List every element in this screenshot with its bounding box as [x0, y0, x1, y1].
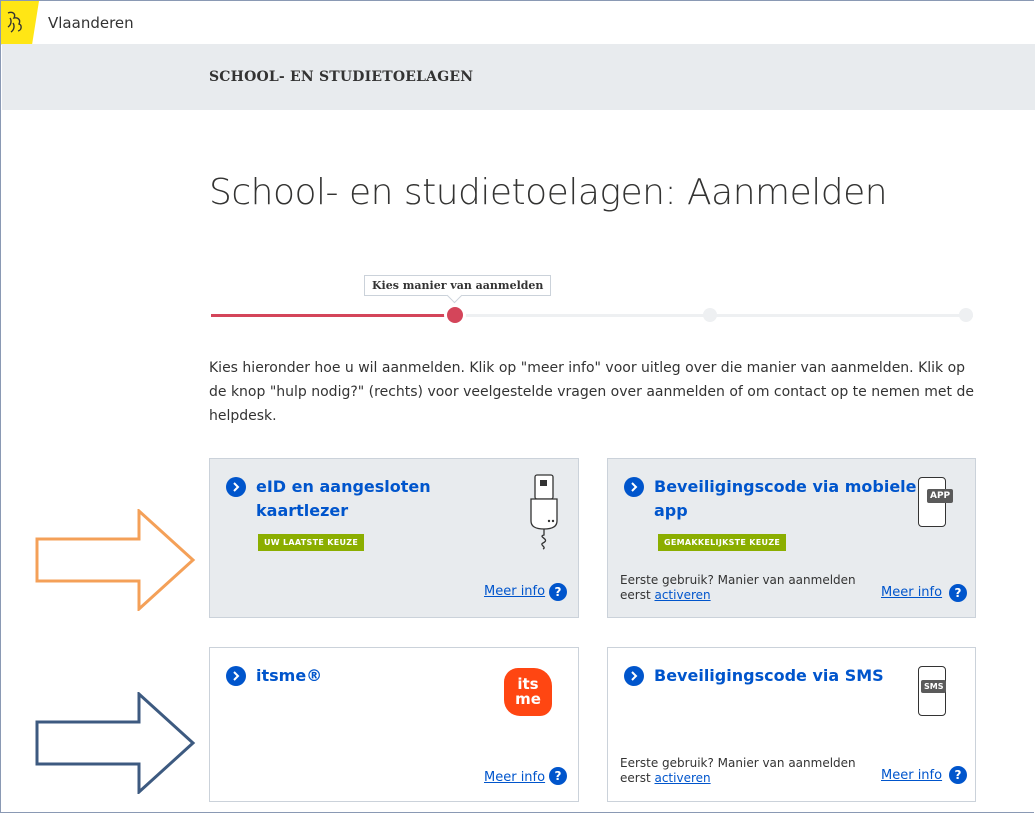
blue-arrow-icon: [35, 692, 196, 794]
itsme-logo-line2: me: [515, 690, 541, 708]
sms-label: SMS: [921, 680, 947, 693]
phone-sms-icon: SMS: [918, 666, 947, 716]
option-title-line1: Beveiligingscode via mobiele: [654, 477, 917, 496]
note-line1: Eerste gebruik? Manier van aanmelden: [620, 756, 856, 770]
login-option-mobile-app[interactable]: Beveiligingscode via mobiele app GEMAKKE…: [607, 458, 976, 618]
chevron-right-icon: [226, 666, 246, 686]
vlaanderen-lion-logo-icon[interactable]: [1, 1, 39, 44]
note-line1: Eerste gebruik? Manier van aanmelden: [620, 573, 856, 587]
app-label: APP: [927, 489, 954, 503]
activeren-link[interactable]: activeren: [654, 588, 710, 602]
page-title: School- en studietoelagen: Aanmelden: [209, 172, 888, 213]
phone-app-icon: APP: [918, 477, 954, 527]
top-bar: Vlaanderen: [1, 1, 1035, 45]
progress-step-current: [447, 307, 463, 323]
help-icon[interactable]: ?: [549, 767, 567, 785]
note-prefix: eerst: [620, 588, 655, 602]
activeren-link[interactable]: activeren: [654, 771, 710, 785]
chevron-right-icon: [624, 477, 644, 497]
option-title[interactable]: Beveiligingscode via mobiele app: [654, 475, 917, 523]
site-title[interactable]: SCHOOL- EN STUDIETOELAGEN: [209, 69, 473, 85]
meer-info-link[interactable]: Meer info: [881, 585, 942, 600]
note-prefix: eerst: [620, 771, 655, 785]
subheader: SCHOOL- EN STUDIETOELAGEN: [2, 44, 1035, 110]
option-title[interactable]: Beveiligingscode via SMS: [654, 664, 884, 688]
progress-step-4: [959, 308, 973, 322]
brand-name[interactable]: Vlaanderen: [48, 14, 134, 32]
option-title-line2: kaartlezer: [256, 501, 349, 520]
progress-fill: [211, 314, 455, 317]
intro-text: Kies hieronder hoe u wil aanmelden. Klik…: [209, 360, 974, 424]
activation-note: Eerste gebruik? Manier van aanmelden eer…: [620, 756, 856, 786]
chevron-right-icon: [624, 666, 644, 686]
status-badge: UW LAATSTE KEUZE: [258, 534, 365, 551]
login-option-sms[interactable]: Beveiligingscode via SMS SMS Eerste gebr…: [607, 647, 976, 802]
activation-note: Eerste gebruik? Manier van aanmelden eer…: [620, 573, 856, 603]
help-icon[interactable]: ?: [949, 766, 967, 784]
option-title[interactable]: eID en aangesloten kaartlezer: [256, 475, 431, 523]
progress-step-3: [703, 308, 717, 322]
meer-info-link[interactable]: Meer info: [881, 768, 942, 783]
help-icon[interactable]: ?: [949, 584, 967, 602]
itsme-logo-icon: its me: [504, 668, 552, 716]
step-tooltip: Kies manier van aanmelden: [364, 275, 552, 296]
meer-info-link[interactable]: Meer info: [484, 770, 545, 785]
status-badge: GEMAKKELIJKSTE KEUZE: [658, 534, 787, 551]
login-option-eid[interactable]: eID en aangesloten kaartlezer UW LAATSTE…: [209, 458, 579, 618]
meer-info-link[interactable]: Meer info: [484, 584, 545, 599]
help-icon[interactable]: ?: [549, 583, 567, 601]
option-title-line2: app: [654, 501, 688, 520]
orange-arrow-icon: [35, 509, 196, 611]
option-title-line1: eID en aangesloten: [256, 477, 431, 496]
option-title[interactable]: itsme®: [256, 664, 322, 688]
login-option-itsme[interactable]: itsme® its me Meer info ?: [209, 647, 579, 802]
chevron-right-icon: [226, 477, 246, 497]
card-reader-icon: [530, 474, 558, 550]
